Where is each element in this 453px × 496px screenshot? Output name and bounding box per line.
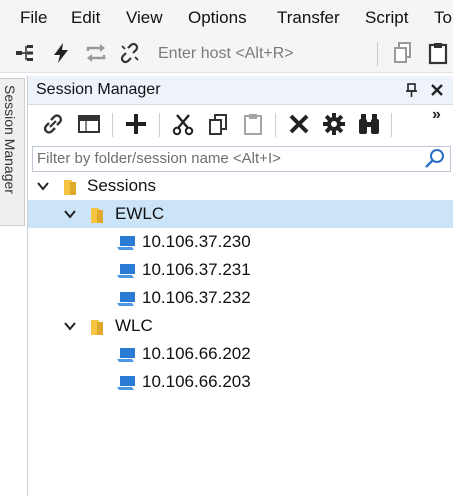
chevron-down-icon[interactable] bbox=[36, 179, 50, 193]
tree-node-session[interactable]: 10.106.37.231 bbox=[28, 256, 453, 284]
binoculars-icon[interactable] bbox=[355, 110, 383, 138]
menu-options[interactable]: Options bbox=[188, 8, 247, 28]
monitor-icon bbox=[116, 374, 136, 392]
link-icon[interactable] bbox=[39, 110, 67, 138]
connect-tree-icon[interactable] bbox=[12, 40, 38, 66]
paste-icon[interactable] bbox=[425, 40, 451, 66]
search-icon[interactable] bbox=[424, 148, 446, 170]
tree-node-label: 10.106.66.202 bbox=[142, 344, 251, 363]
host-input[interactable] bbox=[152, 41, 380, 67]
tree-node-label: 10.106.37.232 bbox=[142, 288, 251, 307]
toolbar-separator bbox=[377, 42, 378, 66]
tree-node-label: 10.106.37.231 bbox=[142, 260, 251, 279]
tree-node-label: 10.106.66.203 bbox=[142, 372, 251, 391]
monitor-icon bbox=[116, 290, 136, 308]
chevron-down-icon[interactable] bbox=[63, 207, 77, 221]
menu-view[interactable]: View bbox=[126, 8, 163, 28]
panel-toolbar-separator bbox=[159, 113, 160, 137]
tree-node-folder-ewlc[interactable]: EWLC bbox=[28, 200, 453, 228]
pin-icon[interactable] bbox=[402, 80, 420, 100]
panel-toolbar-separator bbox=[112, 113, 113, 137]
reconnect-icon[interactable] bbox=[83, 40, 109, 66]
panel-toolbar-separator bbox=[275, 113, 276, 137]
panel-title-bar: Session Manager bbox=[28, 76, 453, 105]
menu-transfer[interactable]: Transfer bbox=[277, 8, 340, 28]
menu-tools[interactable]: To bbox=[434, 8, 452, 28]
monitor-icon bbox=[116, 234, 136, 252]
filter-box bbox=[32, 146, 451, 172]
gear-icon[interactable] bbox=[320, 110, 348, 138]
panel-title: Session Manager bbox=[36, 81, 161, 98]
cut-icon[interactable] bbox=[169, 110, 197, 138]
disconnect-icon[interactable] bbox=[117, 40, 143, 66]
tree-node-label: EWLC bbox=[115, 204, 165, 223]
side-tab-label: Session Manager bbox=[2, 85, 18, 194]
monitor-icon bbox=[116, 346, 136, 364]
plus-icon[interactable] bbox=[122, 110, 150, 138]
tree-node-label: 10.106.37.230 bbox=[142, 232, 251, 251]
menu-edit[interactable]: Edit bbox=[71, 8, 100, 28]
folder-icon bbox=[89, 206, 105, 224]
folder-icon bbox=[62, 178, 78, 196]
copy-session-icon[interactable] bbox=[204, 110, 232, 138]
panel-toolbar-separator bbox=[391, 113, 392, 137]
tree-node-label: WLC bbox=[115, 316, 153, 335]
copy-icon[interactable] bbox=[390, 40, 416, 66]
tree-node-session[interactable]: 10.106.37.232 bbox=[28, 284, 453, 312]
paste-session-icon[interactable] bbox=[239, 110, 267, 138]
menu-script[interactable]: Script bbox=[365, 8, 408, 28]
more-tools-button[interactable]: » bbox=[432, 106, 441, 124]
tabbed-window-icon[interactable] bbox=[75, 110, 103, 138]
tree-node-session[interactable]: 10.106.66.202 bbox=[28, 340, 453, 368]
menu-bar: File Edit View Options Transfer Script T… bbox=[0, 0, 453, 36]
tree-node-session[interactable]: 10.106.66.203 bbox=[28, 368, 453, 396]
tree-node-label: Sessions bbox=[87, 176, 156, 195]
monitor-icon bbox=[116, 262, 136, 280]
session-manager-panel: Session Manager » Filter by folder/sessi… bbox=[27, 76, 453, 496]
filter-input[interactable] bbox=[33, 147, 421, 169]
folder-icon bbox=[89, 318, 105, 336]
tree-node-folder-wlc[interactable]: WLC bbox=[28, 312, 453, 340]
main-toolbar bbox=[0, 36, 453, 73]
delete-icon[interactable] bbox=[285, 110, 313, 138]
menu-file[interactable]: File bbox=[20, 8, 47, 28]
lightning-icon[interactable] bbox=[48, 40, 74, 66]
tree-node-sessions[interactable]: Sessions bbox=[28, 172, 453, 200]
chevron-down-icon[interactable] bbox=[63, 319, 77, 333]
close-icon[interactable] bbox=[428, 80, 446, 100]
tree-node-session[interactable]: 10.106.37.230 bbox=[28, 228, 453, 256]
session-manager-side-tab[interactable]: Session Manager bbox=[0, 78, 25, 226]
